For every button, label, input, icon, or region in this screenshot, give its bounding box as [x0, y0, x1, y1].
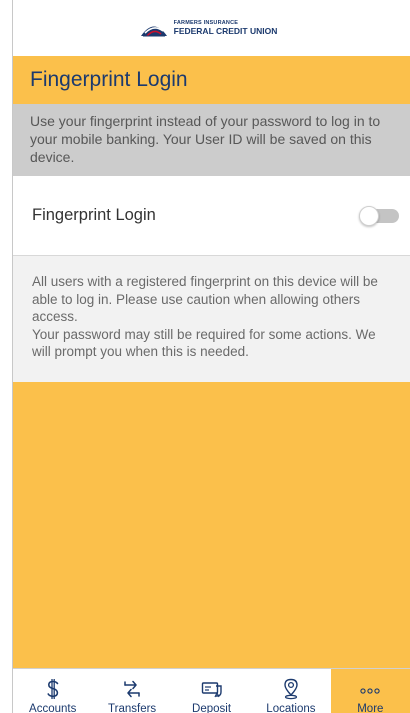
more-dots-icon — [360, 688, 380, 694]
tab-accounts-label: Accounts — [29, 703, 77, 713]
tab-deposit[interactable]: Deposit — [172, 669, 251, 713]
tab-accounts[interactable]: Accounts — [13, 669, 92, 713]
tab-deposit-label: Deposit — [192, 703, 232, 713]
app-screen: FARMERS INSURANCE FEDERAL CREDIT UNION F… — [12, 0, 410, 713]
note-caution: All users with a registered fingerprint … — [32, 274, 378, 324]
tab-locations-label: Locations — [266, 703, 316, 713]
brand-logo: FARMERS INSURANCE FEDERAL CREDIT UNION — [140, 20, 278, 37]
page-title: Fingerprint Login — [30, 68, 188, 91]
intro-text: Use your fingerprint instead of your pas… — [13, 104, 410, 176]
check-deposit-icon — [201, 682, 222, 698]
header-bar: FARMERS INSURANCE FEDERAL CREDIT UNION — [13, 0, 410, 56]
tab-more-label: More — [357, 703, 384, 713]
dollar-icon — [47, 679, 59, 699]
fingerprint-login-toggle[interactable] — [359, 206, 399, 226]
tab-transfers-label: Transfers — [108, 703, 157, 713]
title-band: Fingerprint Login — [13, 56, 410, 104]
tab-transfers[interactable]: Transfers — [92, 669, 171, 713]
toggle-knob — [359, 206, 379, 226]
brand-line-2: FEDERAL CREDIT UNION — [173, 26, 278, 36]
transfer-arrows-icon — [124, 680, 140, 698]
fingerprint-login-row: Fingerprint Login — [13, 176, 410, 256]
tab-locations[interactable]: Locations — [251, 669, 330, 713]
tab-more[interactable]: More — [330, 669, 410, 713]
map-pin-icon — [284, 678, 298, 700]
fingerprint-login-label: Fingerprint Login — [32, 206, 156, 224]
logo-mark-icon — [140, 26, 167, 37]
bottom-tab-bar: Accounts Transfers Deposit Locations Mor… — [13, 668, 410, 713]
notes-panel: All users with a registered fingerprint … — [13, 256, 410, 382]
note-password: Your password may still be required for … — [32, 326, 376, 360]
